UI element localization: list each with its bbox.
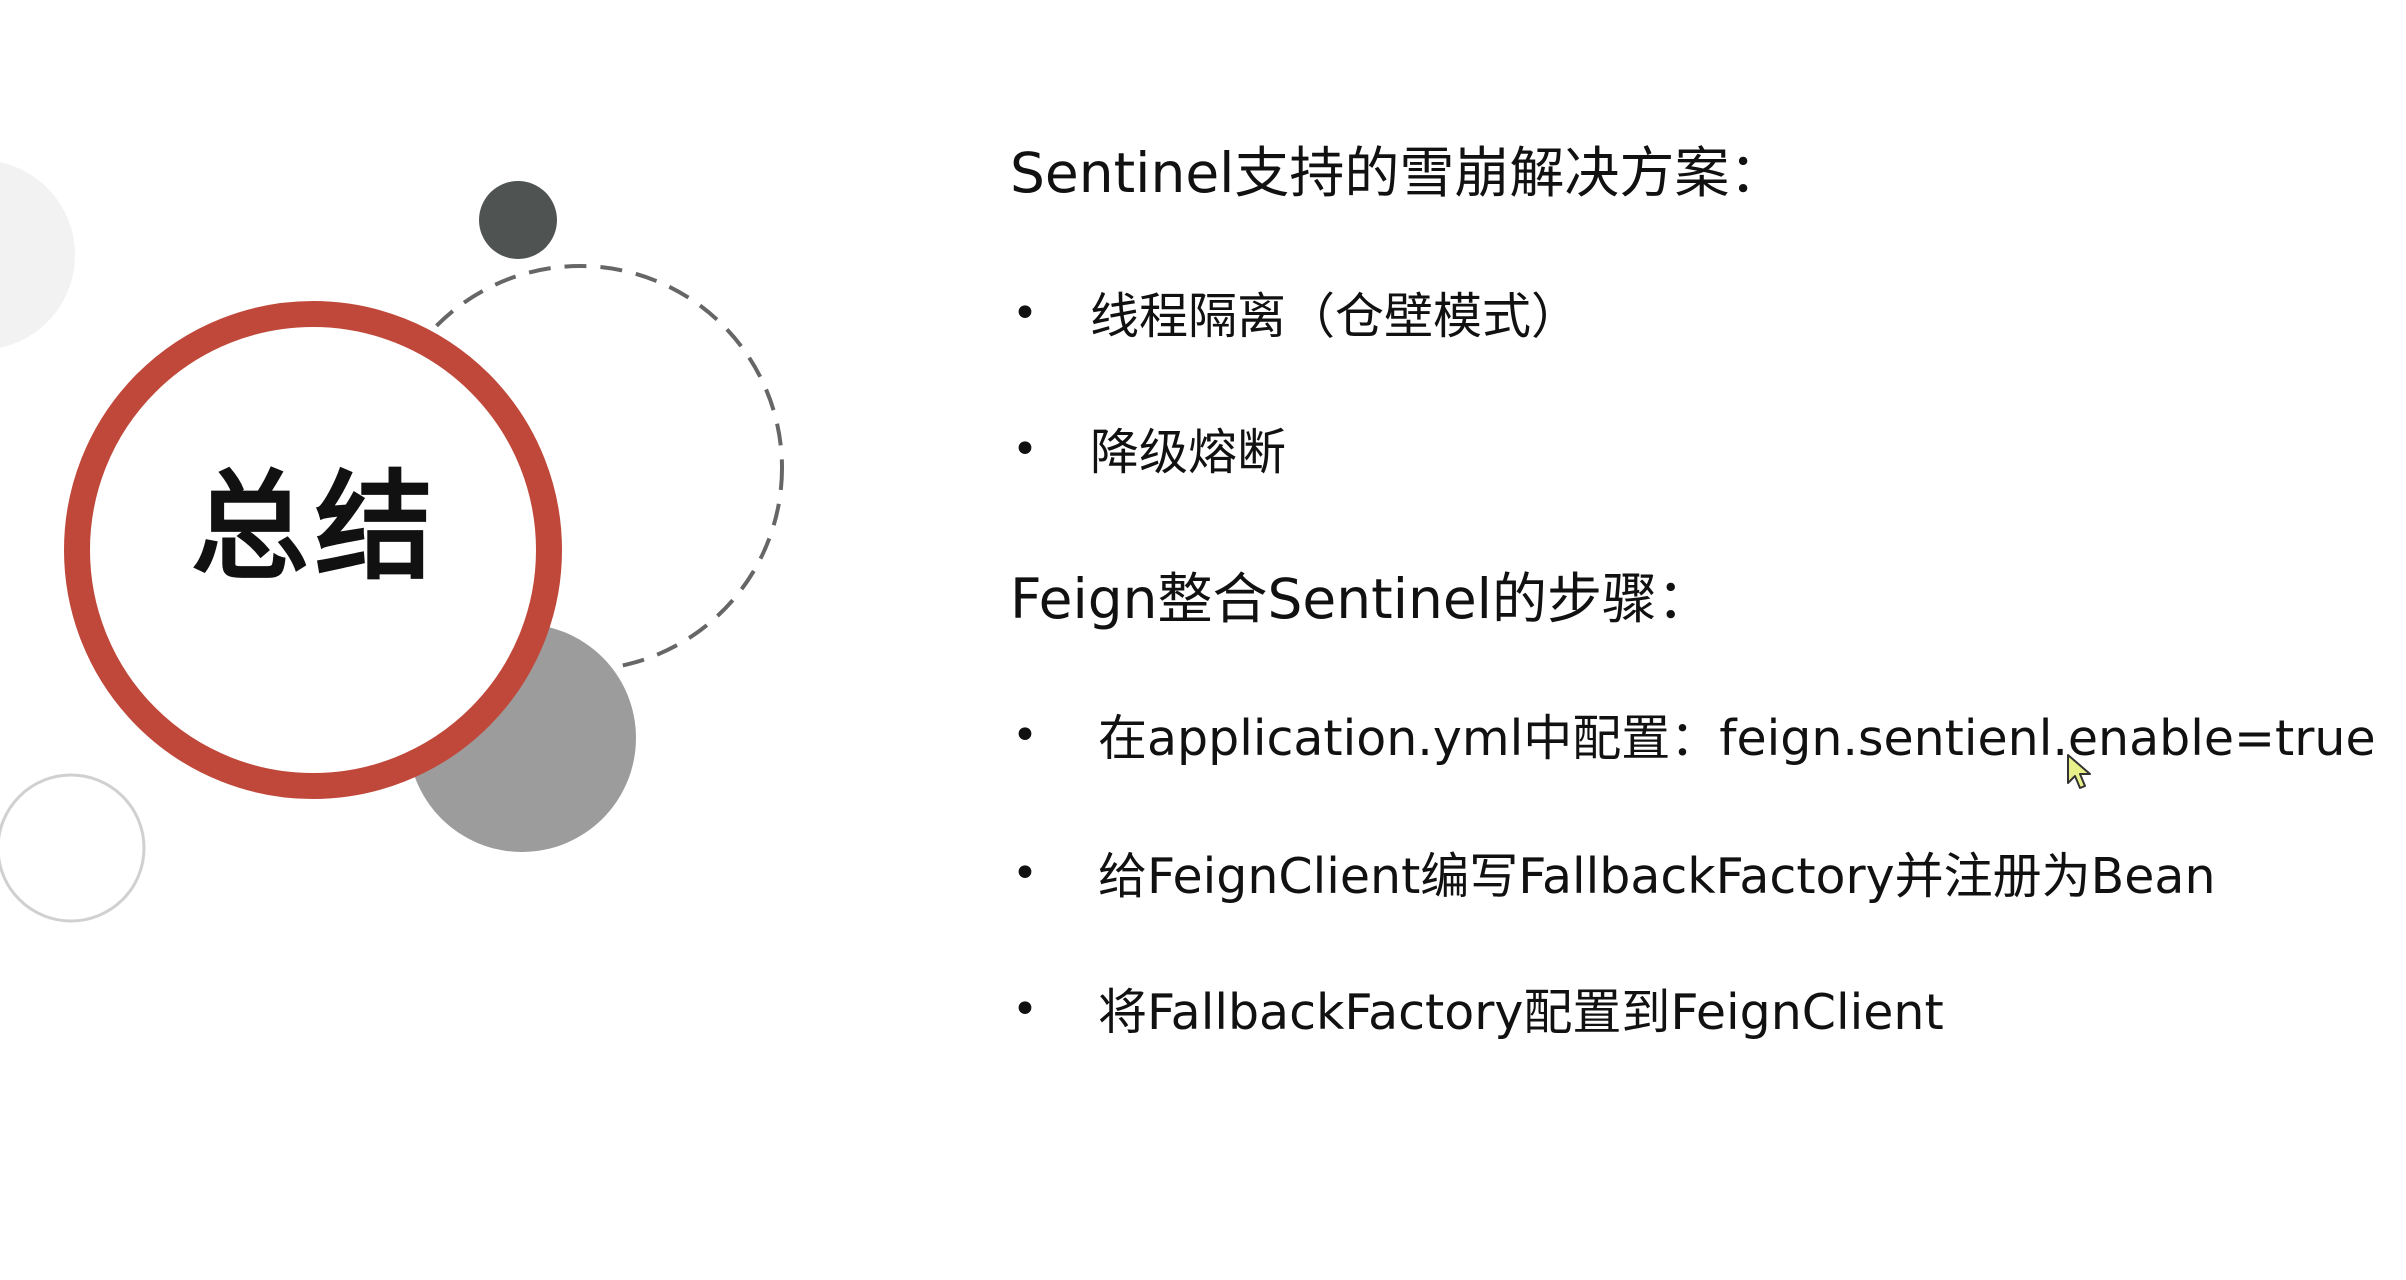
light-gray-circle (0, 162, 75, 348)
list-item-text: 将FallbackFactory配置到FeignClient (1098, 984, 1944, 1041)
section-heading-steps: Feign整合Sentinel的步骤： (1010, 567, 1712, 631)
list-item-text: 线程隔离（仓壁模式） (1090, 288, 1581, 345)
list-item-text: 给FeignClient编写FallbackFactory并注册为Bean (1098, 848, 2216, 905)
outline-circle (0, 773, 146, 923)
bullet-icon: • (1012, 984, 1038, 1035)
slide-title: 总结 (190, 458, 439, 596)
list-item-text: 在application.yml中配置：feign.sentienl.enabl… (1098, 710, 2376, 767)
bullet-icon: • (1012, 424, 1038, 475)
mouse-pointer-icon (2066, 753, 2096, 797)
list-item-text: 降级熔断 (1090, 424, 1287, 481)
bullet-icon: • (1012, 848, 1038, 899)
mouse-pointer-shape (2067, 754, 2091, 789)
bullet-icon: • (1012, 288, 1038, 339)
section-heading-solutions: Sentinel支持的雪崩解决方案： (1010, 141, 1785, 205)
dark-gray-dot (479, 181, 557, 259)
bullet-icon: • (1012, 710, 1038, 761)
